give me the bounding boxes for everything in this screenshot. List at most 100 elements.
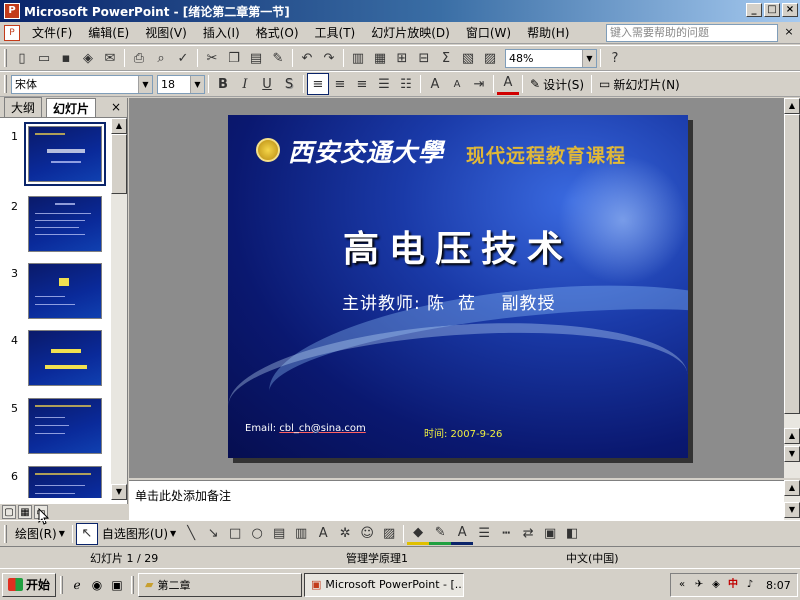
font-size-select[interactable]: 18 ▼ [157, 74, 205, 94]
open-icon[interactable]: ▭ [33, 47, 55, 69]
close-button[interactable]: × [782, 3, 798, 17]
menu-tools[interactable]: 工具(T) [307, 24, 364, 41]
diagram-icon[interactable]: ✲ [334, 523, 356, 545]
shadow-button[interactable]: S [278, 73, 300, 95]
dash-style-icon[interactable]: ┅ [495, 523, 517, 545]
menu-format[interactable]: 格式(O) [248, 24, 307, 41]
document-close-button[interactable]: × [782, 25, 796, 39]
tab-slides[interactable]: 幻灯片 [46, 98, 97, 117]
slide-thumbnail[interactable]: 2 [0, 196, 112, 262]
select-pointer-icon[interactable]: ↖ [75, 522, 98, 545]
email-link[interactable]: cbl_ch@sina.com [279, 423, 365, 434]
draw-menu-button[interactable]: 绘图(R) ▼ [11, 523, 69, 545]
powerpoint-app-icon[interactable]: P [4, 3, 20, 19]
menu-window[interactable]: 窗口(W) [458, 24, 519, 41]
undo-icon[interactable]: ↶ [296, 47, 318, 69]
network-icon[interactable]: ✈ [692, 578, 706, 592]
grid-icon[interactable]: ▧ [457, 47, 479, 69]
menu-edit[interactable]: 编辑(E) [80, 24, 137, 41]
arrow-icon[interactable]: ↘ [202, 523, 224, 545]
notes-pane[interactable]: 单击此处添加备注 [129, 480, 784, 520]
line-style-icon[interactable]: ☰ [473, 523, 495, 545]
volume-icon[interactable]: ♪ [743, 578, 757, 592]
antivirus-icon[interactable]: ◈ [709, 578, 723, 592]
email-icon[interactable]: ✉ [99, 47, 121, 69]
fill-color-icon[interactable]: ◆ [407, 523, 430, 545]
print-preview-icon[interactable]: ⌕ [150, 47, 172, 69]
align-right-icon[interactable]: ≡ [351, 73, 373, 95]
tables-borders-icon[interactable]: ⊞ [391, 47, 413, 69]
increase-font-icon[interactable]: A [424, 73, 446, 95]
notes-placeholder[interactable]: 单击此处添加备注 [135, 487, 231, 504]
toolbar-grip[interactable] [4, 524, 7, 543]
taskbar-powerpoint-task[interactable]: ▣ Microsoft PowerPoint - [... [304, 572, 465, 597]
menu-insert[interactable]: 插入(I) [195, 24, 248, 41]
pane-close-button[interactable]: × [111, 100, 121, 114]
chart-icon[interactable]: ▥ [347, 47, 369, 69]
font-name-select[interactable]: 宋体 ▼ [11, 74, 153, 94]
oval-icon[interactable]: ○ [246, 523, 268, 545]
show-desktop-icon[interactable]: ▣ [107, 575, 127, 595]
align-center-icon[interactable]: ≡ [329, 73, 351, 95]
line-color-icon[interactable]: ✎ [429, 523, 452, 545]
menu-view[interactable]: 视图(V) [137, 24, 195, 41]
previous-slide-icon[interactable]: ▲ [784, 428, 800, 444]
textbox-icon[interactable]: ▤ [268, 523, 290, 545]
slide-sorter-view-icon[interactable]: ▦ [18, 505, 32, 519]
slide-thumbnail[interactable]: 6 [0, 466, 112, 498]
zoom-select[interactable]: 48% ▼ [505, 48, 597, 68]
draw-font-color-icon[interactable]: A [451, 523, 474, 545]
next-slide-icon[interactable]: ▼ [784, 446, 800, 462]
bold-button[interactable]: B [212, 73, 234, 95]
cut-icon[interactable]: ✂ [201, 47, 223, 69]
tab-outline[interactable]: 大纲 [4, 97, 43, 117]
autoshapes-button[interactable]: 自选图形(U) ▼ [98, 523, 180, 545]
numbering-icon[interactable]: ☰ [373, 73, 395, 95]
spelling-icon[interactable]: ✓ [172, 47, 194, 69]
menu-file[interactable]: 文件(F) [24, 24, 80, 41]
clipart-icon[interactable]: ☺ [356, 523, 378, 545]
sum-icon[interactable]: Σ [435, 47, 457, 69]
scroll-down-icon[interactable]: ▼ [784, 502, 800, 518]
minimize-button[interactable]: _ [746, 3, 762, 17]
permission-icon[interactable]: ◈ [77, 47, 99, 69]
help-icon[interactable]: ? [604, 47, 626, 69]
hyperlink-icon[interactable]: ⊟ [413, 47, 435, 69]
input-method-icon[interactable]: 中 [726, 578, 740, 592]
shadow-style-icon[interactable]: ▣ [539, 523, 561, 545]
maximize-button[interactable]: □ [764, 3, 780, 17]
slide-canvas[interactable]: 西安交通大學 现代远程教育课程 高电压技术 主讲教师: 陈 莅 副教授 Emai… [228, 115, 688, 458]
media-player-icon[interactable]: ◉ [87, 575, 107, 595]
rectangle-icon[interactable]: □ [224, 523, 246, 545]
redo-icon[interactable]: ↷ [318, 47, 340, 69]
design-button[interactable]: ✎ 设计(S) [526, 73, 588, 95]
underline-button[interactable]: U [256, 73, 278, 95]
new-slide-button[interactable]: ▭ 新幻灯片(N) [595, 73, 684, 95]
table-icon[interactable]: ▦ [369, 47, 391, 69]
slide-thumbnail[interactable]: 3 [0, 263, 112, 329]
scroll-up-icon[interactable]: ▲ [784, 480, 800, 496]
format-painter-icon[interactable]: ✎ [267, 47, 289, 69]
scroll-up-icon[interactable]: ▲ [111, 118, 127, 134]
scroll-thumb[interactable] [784, 114, 800, 414]
document-icon[interactable]: P [4, 24, 20, 41]
slide-thumbnail[interactable]: 5 [0, 398, 112, 464]
slide-thumbnail[interactable]: 1 [0, 122, 112, 192]
toolbar-grip[interactable] [4, 75, 7, 93]
normal-view-icon[interactable]: ▢ [2, 505, 16, 519]
new-icon[interactable]: ▯ [11, 47, 33, 69]
font-color-icon[interactable]: A [497, 73, 519, 95]
indent-icon[interactable]: ⇥ [468, 73, 490, 95]
help-search-input[interactable]: 键入需要帮助的问题 [606, 24, 778, 42]
menu-slideshow[interactable]: 幻灯片放映(D) [363, 24, 458, 41]
3d-style-icon[interactable]: ◧ [561, 523, 583, 545]
toolbar-grip[interactable] [4, 49, 7, 67]
wordart-icon[interactable]: A [312, 523, 334, 545]
lecturer-line[interactable]: 主讲教师: 陈 莅 副教授 [342, 289, 556, 314]
thumbnail-scrollbar[interactable]: ▲ ▼ [111, 118, 127, 500]
internet-explorer-icon[interactable]: ℯ [67, 575, 87, 595]
picture-icon[interactable]: ▨ [378, 523, 400, 545]
italic-button[interactable]: I [234, 73, 256, 95]
decrease-font-icon[interactable]: A [446, 73, 468, 95]
taskbar-folder-task[interactable]: ▰ 第二章 [138, 572, 303, 597]
